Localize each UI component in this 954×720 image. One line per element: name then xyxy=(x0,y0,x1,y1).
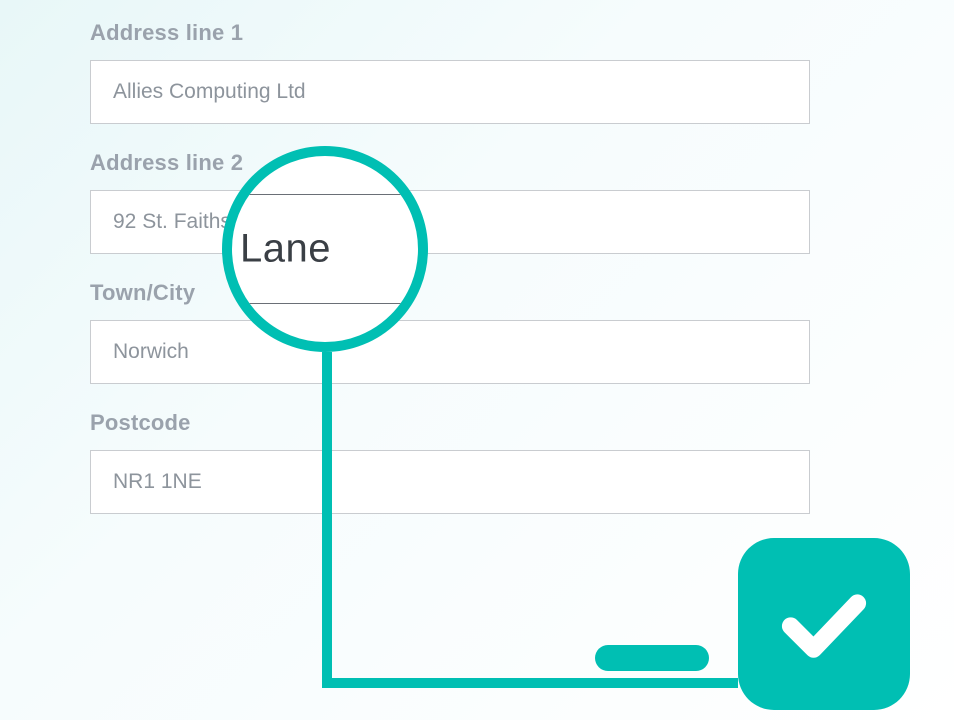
magnifier-content: Lane xyxy=(232,194,418,304)
address-form: Address line 1 Address line 2 Town/City … xyxy=(90,20,810,540)
field-town-city: Town/City xyxy=(90,280,810,384)
connector-line-horizontal xyxy=(322,678,738,688)
confirm-button[interactable] xyxy=(738,538,910,710)
label-town-city: Town/City xyxy=(90,280,810,306)
magnifier-text: Lane xyxy=(240,227,331,272)
magnifier-icon: Lane xyxy=(222,146,428,352)
input-address-line-1[interactable] xyxy=(90,60,810,124)
field-postcode: Postcode xyxy=(90,410,810,514)
check-icon xyxy=(774,574,874,674)
magnifier-border-bottom xyxy=(232,303,418,304)
connector-line-vertical xyxy=(322,352,332,688)
field-address-line-1: Address line 1 xyxy=(90,20,810,124)
field-address-line-2: Address line 2 xyxy=(90,150,810,254)
input-postcode[interactable] xyxy=(90,450,810,514)
magnifier-border-top xyxy=(232,194,418,195)
label-postcode: Postcode xyxy=(90,410,810,436)
input-town-city[interactable] xyxy=(90,320,810,384)
input-address-line-2[interactable] xyxy=(90,190,810,254)
label-address-line-1: Address line 1 xyxy=(90,20,810,46)
accent-pill xyxy=(595,645,709,671)
label-address-line-2: Address line 2 xyxy=(90,150,810,176)
